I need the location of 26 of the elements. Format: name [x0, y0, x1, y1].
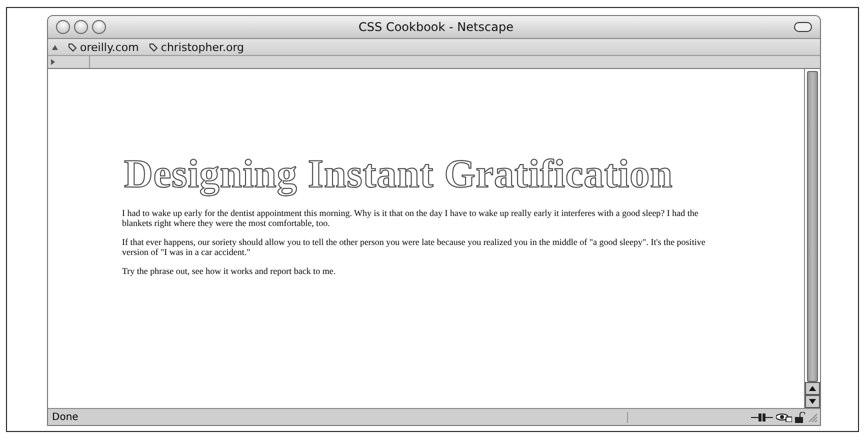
padlock-icon — [795, 412, 805, 422]
tag-icon — [148, 42, 158, 52]
zoom-button[interactable] — [92, 20, 106, 34]
plug-icon — [751, 412, 773, 422]
bookmark-link[interactable]: oreilly.com — [68, 40, 139, 54]
bookmark-link[interactable]: christopher.org — [148, 40, 244, 54]
scroll-down-button[interactable] — [805, 395, 820, 408]
up-arrow-icon — [809, 386, 816, 391]
window-title: CSS Cookbook - Netscape — [358, 20, 514, 34]
paragraph: I had to wake up early for the dentist appointment this morning. Why is it that on the day I have to wake up really early it interferes with a good sleep? I had the blankets right where they were the most comfortable, too. — [122, 208, 700, 228]
status-text: Done — [48, 412, 628, 422]
tab-stub[interactable] — [48, 56, 90, 68]
page-heading: Designing Instant Gratification — [124, 154, 674, 194]
eye-icon — [776, 412, 792, 422]
close-button[interactable] — [56, 20, 70, 34]
paragraph: If that ever happens, our soriety should allow you to tell the other person you were late because you realized you in the middle of "a good sleepy". It's the positive version of "I was in a car accident." — [122, 237, 706, 257]
paragraph: Try the phrase out, see how it works and report back to me. — [122, 266, 337, 276]
down-arrow-icon — [809, 399, 816, 404]
scroll-thumb[interactable] — [807, 71, 818, 382]
minimize-button[interactable] — [74, 20, 88, 34]
expand-icon[interactable] — [51, 59, 55, 65]
collapse-icon[interactable] — [52, 44, 58, 50]
resize-grip-icon[interactable] — [808, 412, 817, 422]
tag-icon — [68, 42, 77, 52]
scroll-up-button[interactable] — [805, 382, 820, 395]
toolbar-toggle-button[interactable] — [794, 22, 812, 32]
